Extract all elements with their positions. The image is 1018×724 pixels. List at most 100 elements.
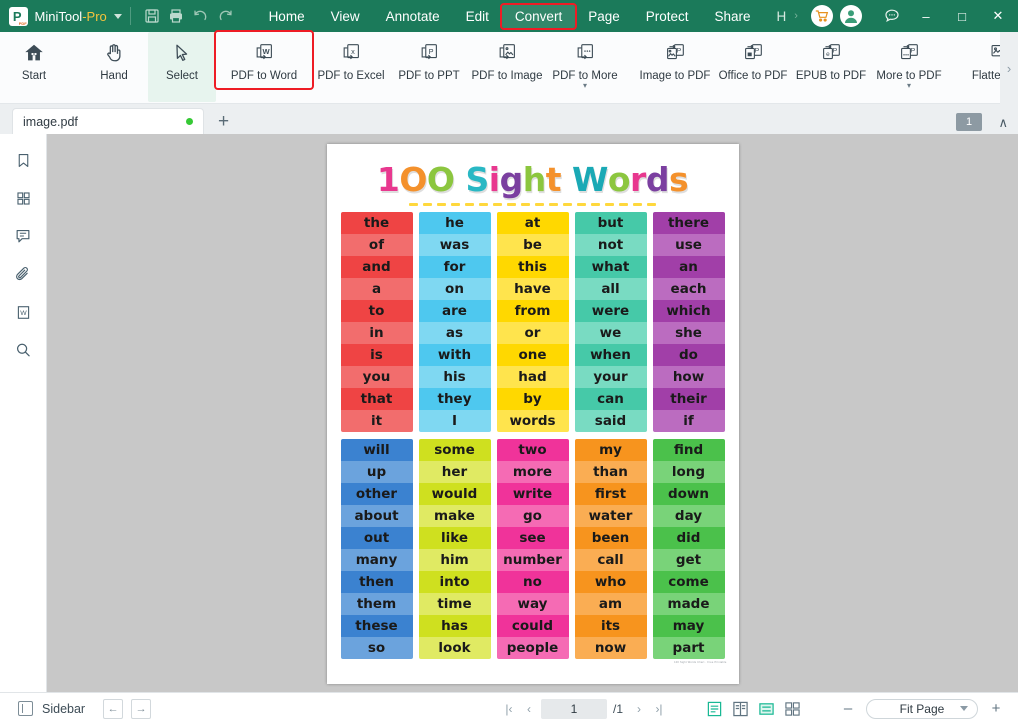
menu-share[interactable]: Share [702,5,764,28]
grid-view-button[interactable] [783,700,802,717]
word-cell: that [340,388,413,410]
word-cell: at [496,212,569,234]
collapse-ribbon-icon[interactable]: ∧ [998,115,1008,131]
sidebar-toggle-icon[interactable] [18,701,33,716]
nav-forward-button[interactable]: → [131,698,152,719]
menu-help-truncated[interactable]: H [764,5,789,28]
menu-page[interactable]: Page [575,5,633,28]
epub-to-pdf-icon: P e [819,38,843,68]
word-cell: do [652,344,725,366]
zoom-level-select[interactable]: Fit Page [866,698,978,719]
menu-view[interactable]: View [318,5,373,28]
search-icon[interactable] [9,338,37,362]
current-page-input[interactable]: 1 [540,698,607,719]
file-tab-image-pdf[interactable]: image.pdf [12,108,204,134]
attachment-icon[interactable] [9,262,37,286]
word-cell: of [340,234,413,256]
word-cell: by [496,388,569,410]
word-column-col-yellow: at be this have from or one had by words [496,212,569,432]
maximize-button[interactable]: □ [944,0,980,32]
menu-home[interactable]: Home [256,5,318,28]
title-char: S [465,160,489,199]
feedback-chat-icon[interactable] [876,0,908,32]
word-column-col-purple: there use an each which she do how their if [652,212,725,432]
single-page-view-button[interactable] [705,700,724,717]
last-page-button[interactable]: ›| [649,698,669,720]
app-window: P PDF MiniTool-Pro Home View Annotate Ed… [0,0,1018,724]
minimize-button[interactable]: – [908,0,944,32]
continuous-view-button[interactable] [757,700,776,717]
previous-page-button[interactable]: ‹ [519,698,539,720]
ribbon-hand[interactable]: Hand [80,32,148,98]
redo-icon[interactable] [213,0,238,32]
ribbon-pdf-to-image[interactable]: PDF to Image [468,32,546,98]
unsaved-dot-icon [186,118,193,125]
word-cell: number [496,549,569,571]
word-cell: it [340,410,413,432]
status-bar: Sidebar ← → |‹ ‹ 1 /1 › ›| – Fit Page + [0,692,1018,724]
nav-back-button[interactable]: ← [103,698,124,719]
dash [451,203,460,206]
word-cell: their [652,388,725,410]
next-page-button[interactable]: › [629,698,649,720]
word-cell: look [418,637,491,659]
word-cell: the [340,212,413,234]
dash [507,203,516,206]
word-cell: you [340,366,413,388]
menu-convert[interactable]: Convert [499,2,578,30]
menu-edit[interactable]: Edit [453,5,502,28]
ribbon-start[interactable]: Start [0,32,68,98]
word-cell: but [574,212,647,234]
ribbon-pdf-to-ppt[interactable]: P PDF to PPT [390,32,468,98]
bookmark-icon[interactable] [9,148,37,172]
page-count-badge[interactable]: 1 [956,113,982,131]
account-icon[interactable] [840,5,862,27]
word-cell: write [496,483,569,505]
ribbon-pdf-to-more[interactable]: PDF to More ▾ [546,32,624,98]
print-icon[interactable] [164,0,189,32]
menu-annotate[interactable]: Annotate [373,5,453,28]
ribbon-epub-to-pdf[interactable]: P e EPUB to PDF [792,32,870,98]
title-char: h [522,160,547,199]
ribbon-select[interactable]: Select [148,32,216,102]
comment-icon[interactable] [9,224,37,248]
ribbon-scroll-right-icon[interactable]: › [1000,32,1018,104]
ribbon-image-to-pdf[interactable]: P Image to PDF [636,32,714,98]
dash [647,203,656,206]
menu-overflow-icon[interactable]: › [788,10,804,22]
title-char [454,160,465,199]
svg-text:W: W [262,47,270,56]
cart-icon[interactable] [811,5,833,27]
signature-word-icon[interactable]: W [9,300,37,324]
zoom-out-button[interactable]: – [838,699,858,719]
undo-icon[interactable] [189,0,214,32]
title-char: O [426,160,455,199]
title-bar-right: – □ ✕ [804,0,1018,32]
brand-dropdown-icon[interactable] [113,13,122,19]
ribbon-office-to-pdf[interactable]: P Office to PDF [714,32,792,98]
dash [465,203,474,206]
save-icon[interactable] [140,0,165,32]
word-cell: did [652,527,725,549]
word-cell: part [652,637,725,659]
word-cell: what [574,256,647,278]
word-cell: like [418,527,491,549]
cursor-icon [171,38,193,68]
first-page-button[interactable]: |‹ [499,698,519,720]
chevron-down-icon[interactable]: ▾ [907,82,911,90]
ribbon-pdf-to-excel[interactable]: x PDF to Excel [312,32,390,98]
ribbon-pdf-to-word[interactable]: W PDF to Word [214,30,314,90]
pdf-viewer[interactable]: 1OO Sight Words the of and a to in is you that it… [47,134,1018,692]
word-column-col-green: find long down day did get come made may part [652,439,725,659]
zoom-in-button[interactable]: + [986,699,1006,719]
chevron-down-icon[interactable]: ▾ [583,82,587,90]
title-char: o [607,160,631,199]
new-tab-button[interactable]: + [218,111,229,133]
menu-protect[interactable]: Protect [633,5,702,28]
two-page-view-button[interactable] [731,700,750,717]
word-cell: if [652,410,725,432]
close-button[interactable]: ✕ [980,0,1016,32]
ribbon-pdf-to-excel-label: PDF to Excel [317,70,385,82]
ribbon-more-to-pdf[interactable]: P More to PDF ▾ [870,32,948,98]
thumbnails-icon[interactable] [9,186,37,210]
